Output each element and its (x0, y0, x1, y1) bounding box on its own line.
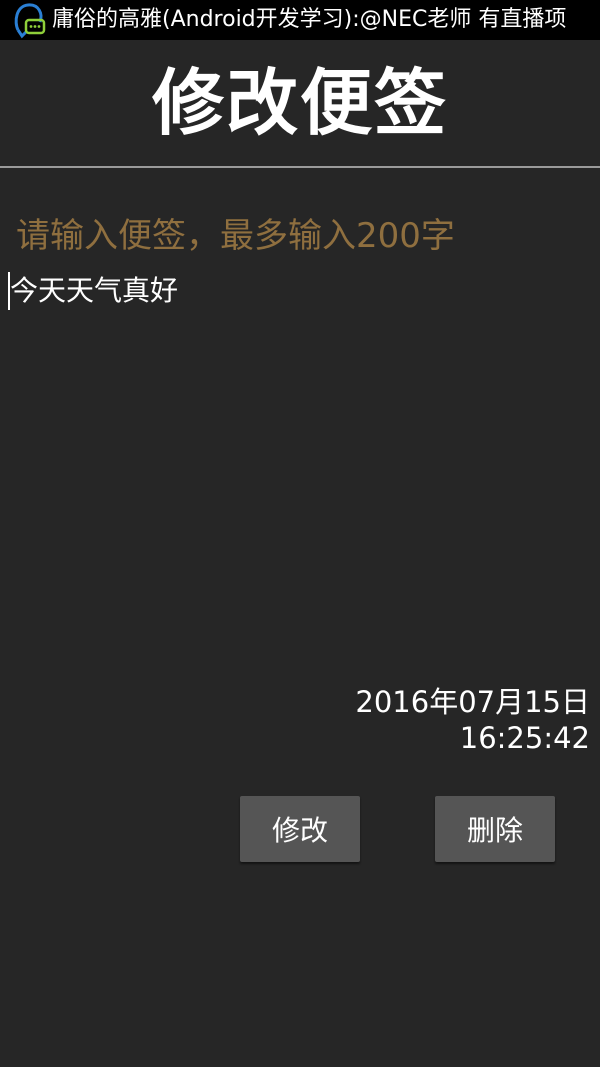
delete-button[interactable]: 删除 (435, 796, 555, 862)
chat-notification-icon (12, 0, 48, 40)
status-bar: 庸俗的高雅(Android开发学习):@NEC老师 有直播项 (0, 0, 600, 40)
notification-text: 庸俗的高雅(Android开发学习):@NEC老师 有直播项 (52, 7, 567, 32)
timestamp-time: 16:25:42 (459, 721, 590, 755)
note-text-value[interactable]: 今天天气真好 (10, 270, 178, 312)
timestamp-date: 2016年07月15日 (355, 685, 590, 719)
note-text-field[interactable]: 今天天气真好 (8, 270, 588, 650)
page-title: 修改便签 (151, 61, 448, 145)
note-timestamp: 2016年07月15日 16:25:42 (355, 684, 590, 756)
header-divider (0, 166, 600, 168)
modify-button[interactable]: 修改 (240, 796, 360, 862)
header: 修改便签 (0, 40, 600, 166)
note-hint-label: 请输入便签，最多输入200字 (16, 216, 455, 256)
